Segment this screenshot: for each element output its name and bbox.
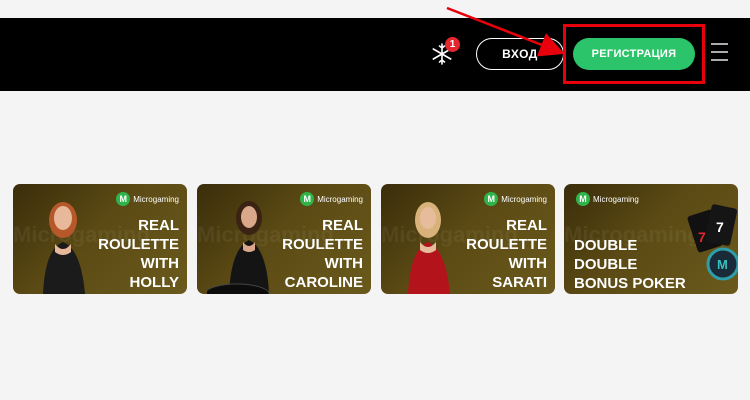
provider-label: M Microgaming [576,192,639,206]
svg-text:7: 7 [716,219,724,235]
title-line: HOLLY [129,274,179,291]
game-card-double-double-bonus-poker[interactable]: Microgaming 7 7 M M Microgaming DOUBLE D… [564,184,738,294]
microgaming-logo-icon: M [484,192,499,206]
title-line: WITH [324,255,363,272]
notification-badge: 1 [445,37,460,52]
provider-name: Microgaming [501,194,547,204]
title-line: DOUBLE [574,256,638,273]
title-line: ROULETTE [466,236,547,253]
title-line: REAL [138,217,179,234]
microgaming-logo-icon: M [300,192,315,206]
menu-line [711,43,728,45]
register-button[interactable]: РЕГИСТРАЦИЯ [573,38,695,70]
title-line: CAROLINE [284,274,363,291]
provider-name: Microgaming [317,194,363,204]
provider-label: M Microgaming [116,192,179,206]
title-line: WITH [140,255,179,272]
provider-name: Microgaming [133,194,179,204]
game-title: REAL ROULETTE WITH HOLLY [69,216,179,292]
provider-label: M Microgaming [300,192,363,206]
title-line: REAL [322,217,363,234]
game-title: REAL ROULETTE WITH CAROLINE [253,216,363,292]
provider-name: Microgaming [593,194,639,204]
game-title: REAL ROULETTE WITH SARATI [437,216,547,292]
provider-label: M Microgaming [484,192,547,206]
top-strip [0,0,750,18]
title-line: REAL [506,217,547,234]
microgaming-logo-icon: M [576,192,590,206]
microgaming-logo-icon: M [116,192,131,206]
svg-text:M: M [717,257,728,272]
title-line: DOUBLE [574,237,638,254]
menu-line [711,59,728,61]
title-line: WITH [508,255,547,272]
menu-line [711,51,728,53]
title-line: SARATI [492,274,547,291]
game-title: DOUBLE DOUBLE BONUS POKER [574,236,704,293]
game-card-holly[interactable]: Microgaming M Microgaming REAL ROULETTE … [13,184,187,294]
login-button[interactable]: ВХОД [476,38,564,70]
game-card-caroline[interactable]: Microgaming M Microgaming REAL ROULETTE … [197,184,371,294]
menu-icon[interactable] [711,43,728,61]
title-line: BONUS POKER [574,275,686,292]
title-line: ROULETTE [98,236,179,253]
title-line: ROULETTE [282,236,363,253]
game-card-sarati[interactable]: Microgaming M Microgaming REAL ROULETTE … [381,184,555,294]
